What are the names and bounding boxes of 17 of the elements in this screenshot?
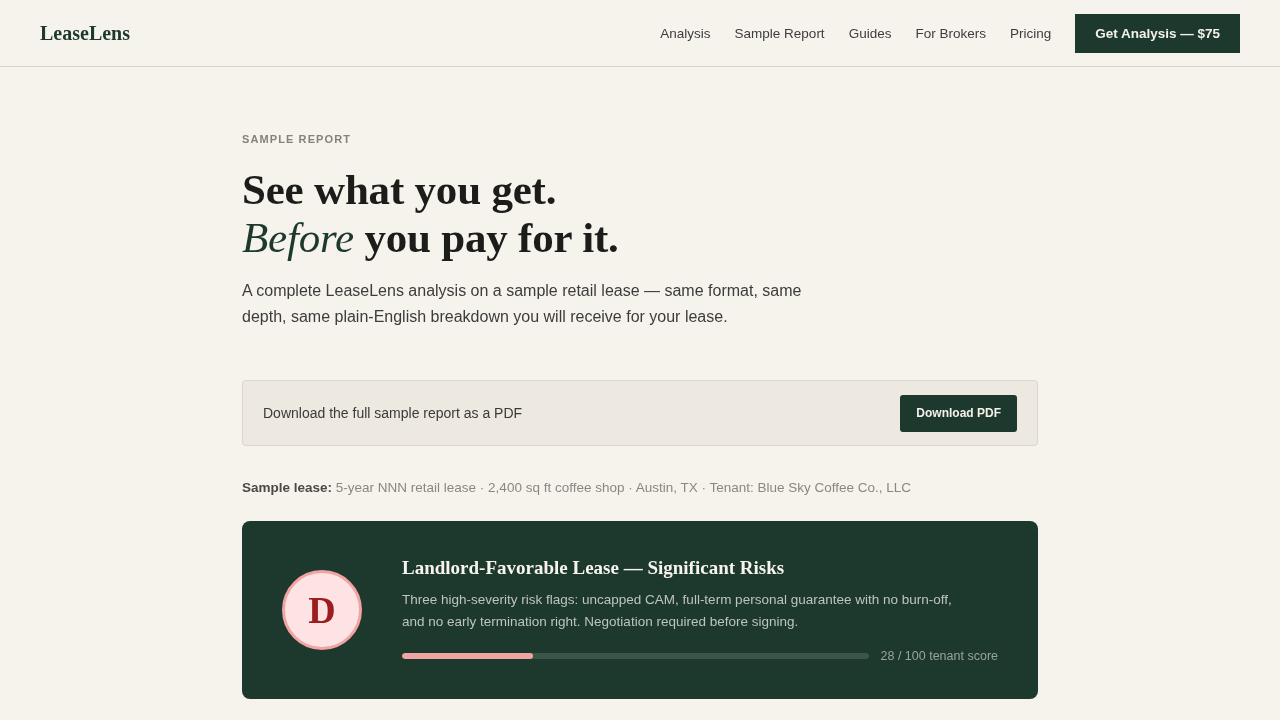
eyebrow-label: SAMPLE REPORT: [242, 133, 353, 145]
score-reading: 28 / 100 tenant score: [880, 649, 998, 663]
nav-link[interactable]: Guides: [848, 25, 892, 41]
nav-link[interactable]: For Brokers: [915, 25, 986, 41]
headline: See what you get. Before you pay for it.: [242, 166, 620, 262]
download-pdf-button[interactable]: Download PDF: [900, 394, 1017, 432]
grade-badge: D: [282, 570, 362, 650]
nav-link[interactable]: Sample Report: [734, 25, 825, 41]
intro-paragraph: A complete LeaseLens analysis on a sample retail lease — same format, same depth, same plain-English breakdown you will receive for your lease.: [242, 281, 803, 327]
get-analysis-button[interactable]: Get Analysis — $75: [1075, 13, 1240, 53]
sample-lease-text: Sample lease: 5-year NNN retail lease · 2,400 sq ft coffee shop · Austin, TX · Tenant: Blue Sky Coffee Co., LLC: [242, 480, 913, 495]
score-title: Landlord-Favorable Lease — Significant Risks: [402, 557, 786, 579]
score-description: Three high-severity risk flags: uncapped CAM, full-term personal guarantee with no burn-off, and no early termination right. Negotiation required before signing.: [402, 591, 953, 631]
download-text: Download the full sample report as a PDF: [263, 405, 523, 421]
nav-link[interactable]: Pricing: [1009, 25, 1052, 41]
nav-link[interactable]: Analysis: [660, 25, 711, 41]
logo[interactable]: LeaseLens: [40, 21, 130, 45]
